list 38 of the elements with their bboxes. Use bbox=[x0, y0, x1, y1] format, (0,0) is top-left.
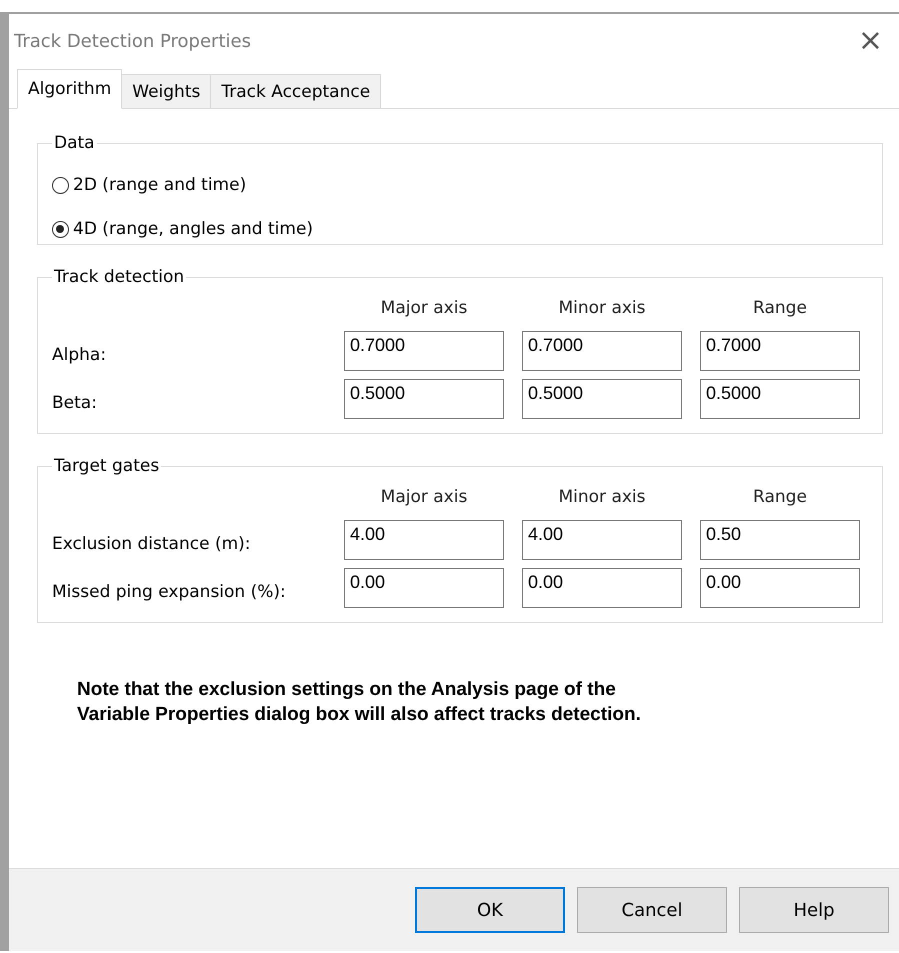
column-header: Minor axis bbox=[557, 486, 647, 509]
tab[interactable]: Algorithm bbox=[17, 69, 122, 109]
group-title: Track detection bbox=[53, 267, 186, 287]
group-title: Target gates bbox=[53, 456, 160, 476]
radio-label[interactable]: 2D (range and time) bbox=[73, 175, 246, 195]
note-text: Note that the exclusion settings on the Analysis page of the Variable Properties dialog box will also affect tracks detection. bbox=[77, 678, 642, 727]
column-header: Major axis bbox=[380, 297, 468, 320]
input-field[interactable]: 0.7000 bbox=[344, 331, 504, 371]
column-header: Minor axis bbox=[557, 297, 647, 320]
column-header: Range bbox=[752, 297, 808, 320]
input-field[interactable]: 4.00 bbox=[344, 520, 504, 560]
input-field[interactable]: 0.00 bbox=[700, 568, 860, 608]
field-label: Alpha: bbox=[52, 344, 108, 365]
radio-button[interactable] bbox=[52, 220, 69, 238]
dialog-button[interactable]: Help bbox=[739, 887, 889, 933]
radio-label[interactable]: 4D (range, angles and time) bbox=[73, 219, 314, 239]
dialog-button[interactable]: OK bbox=[415, 887, 565, 933]
column-header: Major axis bbox=[380, 486, 468, 509]
input-field[interactable]: 0.00 bbox=[344, 568, 504, 608]
radio-button[interactable] bbox=[52, 176, 69, 194]
dialog-button[interactable]: Cancel bbox=[577, 887, 727, 933]
close-button[interactable]: × bbox=[852, 26, 889, 56]
input-field[interactable]: 4.00 bbox=[522, 520, 682, 560]
window-title: Track Detection Properties bbox=[14, 30, 251, 52]
input-field[interactable]: 0.5000 bbox=[522, 379, 682, 419]
tab[interactable]: Weights bbox=[121, 74, 212, 108]
field-label: Beta: bbox=[52, 392, 98, 413]
input-field[interactable]: 0.7000 bbox=[522, 331, 682, 371]
field-label: Exclusion distance (m): bbox=[52, 533, 252, 554]
input-field[interactable]: 0.5000 bbox=[700, 379, 860, 419]
input-field[interactable]: 0.00 bbox=[522, 568, 682, 608]
column-header: Range bbox=[752, 486, 808, 509]
input-field[interactable]: 0.7000 bbox=[700, 331, 860, 371]
input-field[interactable]: 0.5000 bbox=[344, 379, 504, 419]
group-title: Data bbox=[53, 133, 96, 153]
tab[interactable]: Track Acceptance bbox=[210, 74, 382, 108]
input-field[interactable]: 0.50 bbox=[700, 520, 860, 560]
field-label: Missed ping expansion (%): bbox=[52, 581, 287, 602]
